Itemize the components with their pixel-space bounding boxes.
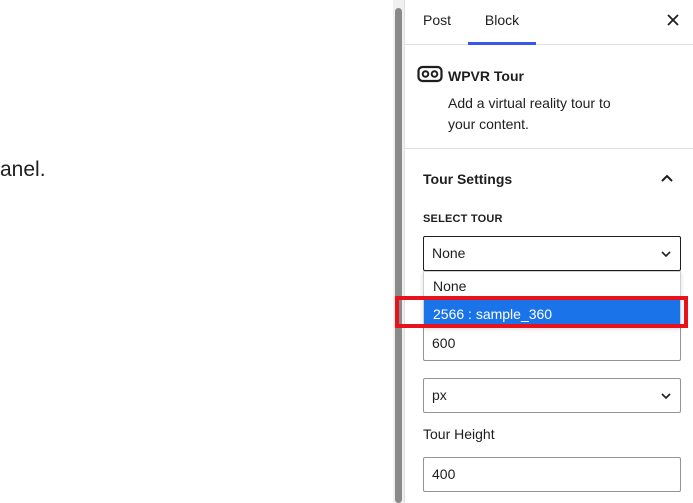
select-tour-label: SELECT TOUR — [423, 213, 503, 225]
canvas-text-fragment: anel. — [0, 158, 46, 181]
tab-block[interactable]: Block — [468, 0, 536, 45]
chevron-up-icon — [661, 174, 673, 182]
tour-width-input[interactable]: 600 — [423, 326, 681, 361]
close-sidebar-button[interactable] — [661, 8, 685, 32]
editor-canvas[interactable]: anel. — [0, 0, 393, 503]
tour-width-value: 600 — [432, 335, 456, 351]
option-sample-360[interactable]: 2566 : sample_360 — [424, 300, 680, 328]
option-none[interactable]: None — [424, 272, 680, 300]
chevron-down-icon — [661, 393, 671, 400]
select-tour-dropdown[interactable]: None — [423, 236, 681, 271]
width-unit-select[interactable]: px — [423, 378, 681, 413]
sidebar-tabs: Post Block — [405, 0, 693, 45]
select-tour-options: None 2566 : sample_360 — [423, 271, 681, 328]
app-root: anel. Post Block WPVR Tour Add a virtual… — [0, 0, 693, 503]
block-description: Add a virtual reality tour to your conte… — [448, 95, 611, 132]
panel-title[interactable]: Tour Settings — [423, 171, 512, 187]
settings-sidebar: Post Block WPVR Tour Add a virtual reali… — [404, 0, 693, 503]
tour-height-input[interactable]: 400 — [423, 457, 681, 492]
tab-post[interactable]: Post — [423, 0, 451, 45]
tour-height-label: Tour Height — [423, 426, 495, 442]
block-title: WPVR Tour — [448, 68, 524, 84]
vr-headset-icon — [417, 65, 443, 83]
tour-height-value: 400 — [432, 466, 456, 482]
block-card: WPVR Tour Add a virtual reality tour to … — [405, 45, 693, 149]
scrollbar-thumb[interactable] — [395, 8, 402, 503]
close-icon — [667, 14, 679, 26]
chevron-down-icon — [661, 251, 671, 258]
panel-toggle-button[interactable] — [657, 168, 677, 188]
width-unit-value: px — [432, 387, 447, 403]
select-tour-value: None — [432, 245, 466, 261]
